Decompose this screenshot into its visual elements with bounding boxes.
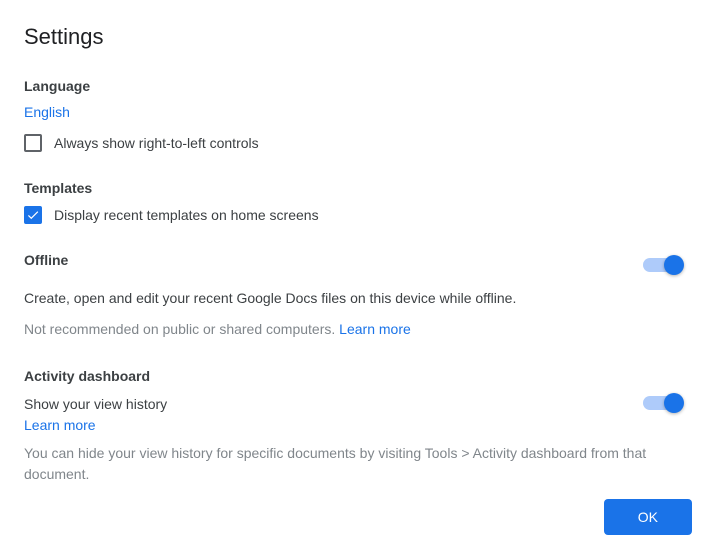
toggle-knob	[664, 255, 684, 275]
templates-label: Display recent templates on home screens	[54, 207, 319, 223]
page-title: Settings	[24, 24, 680, 50]
offline-learn-more-link[interactable]: Learn more	[339, 321, 411, 337]
activity-toggle[interactable]	[643, 396, 680, 410]
activity-learn-more-link[interactable]: Learn more	[24, 417, 643, 433]
toggle-knob	[664, 393, 684, 413]
templates-checkbox[interactable]	[24, 206, 42, 224]
offline-warning: Not recommended on public or shared comp…	[24, 319, 680, 340]
language-section: Language English Always show right-to-le…	[24, 78, 680, 152]
activity-show-history: Show your view history	[24, 394, 643, 415]
rtl-label: Always show right-to-left controls	[54, 135, 259, 151]
language-heading: Language	[24, 78, 680, 94]
activity-heading: Activity dashboard	[24, 368, 680, 384]
activity-note: You can hide your view history for speci…	[24, 443, 680, 485]
offline-description: Create, open and edit your recent Google…	[24, 288, 680, 309]
ok-button[interactable]: OK	[604, 499, 692, 535]
rtl-checkbox[interactable]	[24, 134, 42, 152]
activity-section: Activity dashboard Show your view histor…	[24, 368, 680, 485]
dialog-footer: OK	[604, 499, 692, 535]
templates-heading: Templates	[24, 180, 680, 196]
templates-section: Templates Display recent templates on ho…	[24, 180, 680, 224]
language-value-link[interactable]: English	[24, 104, 70, 120]
offline-section: Offline Create, open and edit your recen…	[24, 252, 680, 340]
check-icon	[26, 208, 40, 222]
offline-heading: Offline	[24, 252, 68, 268]
offline-toggle[interactable]	[643, 258, 680, 272]
